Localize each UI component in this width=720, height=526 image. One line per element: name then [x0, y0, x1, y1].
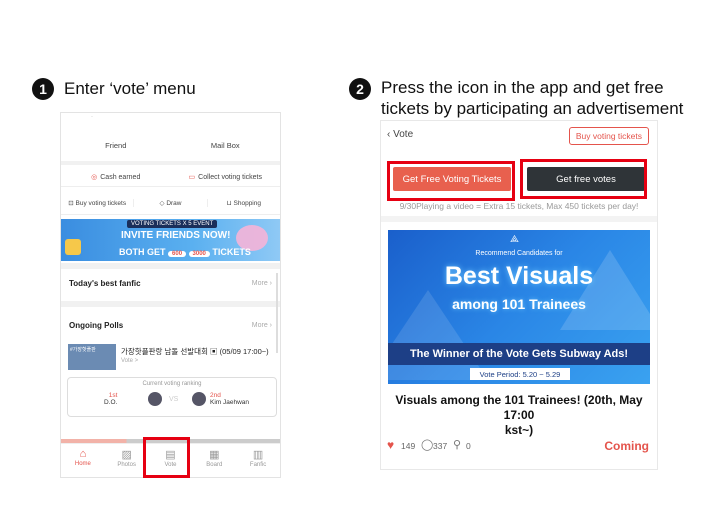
nav-fanfic-label: Fanfic — [249, 462, 267, 468]
second-name: Kim Jaehwan — [210, 399, 250, 406]
share-icon[interactable]: ⚲ — [453, 438, 461, 451]
banner-line2: BOTH GET 600 3000 TICKETS — [119, 247, 251, 257]
back-label: Vote — [393, 129, 414, 140]
poll-title-line2: kst~) — [504, 423, 534, 437]
ongoing-polls-title: Ongoing Polls — [69, 320, 124, 330]
step-1-text: Enter ‘vote’ menu — [64, 79, 196, 98]
banner-period: Vote Period: 5.20 ~ 5.29 — [470, 368, 570, 380]
step-2-line1: Press the icon in the app and get free — [381, 78, 664, 97]
coin-stack-icon — [65, 239, 81, 255]
separator — [61, 301, 280, 307]
get-free-voting-highlight-box — [387, 161, 515, 201]
buy-tickets-label: Buy voting tickets — [75, 199, 127, 207]
first-rank-label: 1st — [108, 392, 118, 399]
nav-board-label: Board — [206, 462, 223, 468]
banner-line1: INVITE FRIENDS NOW! — [121, 230, 231, 241]
collect-tickets-label: Collect voting tickets — [198, 173, 262, 181]
top-partial-text: · — [91, 114, 93, 120]
cart-icon: ⊔ — [226, 199, 234, 207]
banner-best-visuals: Best Visuals — [444, 262, 594, 290]
nav-home-label: Home — [74, 461, 91, 467]
best-fanfic-header: Today's best fanfic More › — [61, 271, 280, 295]
home-icon: ⌂ — [79, 448, 87, 460]
nav-board[interactable]: ▦ Board — [192, 444, 236, 477]
poll-title: 가장핫플판랑 남돌 선발대회 ▣ (05/09 17:00~) — [121, 347, 269, 356]
banner-recommend: Recommend Candidates for — [475, 250, 563, 257]
banner-tickets: TICKETS — [212, 247, 251, 257]
coin-icon: ◎ — [91, 173, 98, 181]
banner-pill-1: 600 — [168, 251, 187, 257]
step-1-badge: 1 — [32, 78, 54, 100]
friend-mail-row: Friend Mail Box — [61, 129, 280, 165]
buy-voting-tickets-button[interactable]: Buy voting tickets — [568, 127, 649, 145]
first-place: 1st D.O. — [104, 392, 117, 406]
cash-earned-button[interactable]: ◎ Cash earned — [61, 173, 171, 181]
nav-home[interactable]: ⌂ Home — [61, 444, 105, 477]
comments-count: 337 — [433, 441, 448, 451]
vs-label: VS — [169, 396, 179, 403]
nav-photos-label: Photos — [117, 462, 137, 468]
draw-label: Draw — [166, 199, 182, 207]
shopping-button[interactable]: ⊔ Shopping — [208, 199, 280, 207]
poll-item[interactable]: #가장핫플판 가장핫플판랑 남돌 선발대회 ▣ (05/09 17:00~) V… — [61, 341, 280, 375]
second-place: 2nd Kim Jaehwan — [210, 392, 249, 406]
best-fanfic-more-link[interactable]: More › — [252, 280, 272, 287]
separator — [61, 263, 280, 269]
first-name: D.O. — [104, 399, 118, 406]
left-phone-screenshot: · Friend Mail Box ◎ Cash earned ▭ Collect … — [60, 112, 281, 478]
more-label: More — [251, 279, 268, 287]
poll-vote-link[interactable]: Vote > — [121, 358, 138, 364]
invite-friends-banner[interactable]: VOTING TICKETS X 5 EVENT INVITE FRIENDS … — [61, 219, 280, 261]
heart-icon[interactable]: ♥ — [387, 438, 394, 452]
step-2-line2: tickets by participating an advertisemen… — [381, 99, 684, 118]
comment-icon[interactable]: ◯ — [421, 438, 433, 451]
step-2-badge: 2 — [349, 78, 371, 100]
ticket-icon: ▭ — [188, 173, 196, 181]
scrollbar[interactable] — [276, 273, 278, 353]
ranking-caption: Current voting ranking — [142, 381, 202, 387]
cash-row: ◎ Cash earned ▭ Collect voting tickets — [61, 167, 280, 187]
second-avatar — [192, 392, 206, 406]
poll-title-line1: Visuals among the 101 Trainees! (20th, M… — [395, 393, 643, 422]
produce-logo-icon: ⟁ — [510, 234, 519, 245]
poll-status: Coming — [604, 439, 649, 453]
ad-info-text: 9/30Playing a video = Extra 15 tickets, … — [399, 201, 639, 211]
best-fanfic-title: Today's best fanfic — [69, 278, 141, 288]
banner-pill-2: 3000 — [188, 251, 210, 257]
more-label: More — [251, 321, 268, 329]
vote-highlight-box — [143, 437, 190, 478]
banner-both-get: BOTH GET — [119, 247, 166, 257]
friend-button[interactable]: Friend — [61, 141, 171, 150]
shopping-label: Shopping — [233, 199, 261, 207]
shop-row: ⊡ Buy voting tickets ◇ Draw ⊔ Shopping — [61, 191, 280, 215]
poll-thumbnail: #가장핫플판 — [68, 344, 116, 370]
bag-icon: ⊡ — [68, 199, 76, 207]
separator — [381, 216, 657, 222]
ongoing-polls-more-link[interactable]: More › — [252, 322, 272, 329]
banner-winner: The Winner of the Vote Gets Subway Ads! — [388, 343, 650, 365]
likes-count: 149 — [401, 441, 416, 451]
banner-badge: VOTING TICKETS X 5 EVENT — [127, 220, 218, 228]
first-avatar — [148, 392, 162, 406]
vote-header: ‹ Vote Buy voting tickets — [381, 121, 657, 149]
shares-count: 0 — [466, 441, 471, 451]
voting-ranking-card[interactable]: Current voting ranking 1st D.O. VS 2nd Kim… — [67, 377, 277, 417]
ongoing-polls-header: Ongoing Polls More › — [61, 313, 280, 337]
cash-earned-label: Cash earned — [100, 173, 141, 181]
buy-tickets-button[interactable]: ⊡ Buy voting tickets — [61, 198, 135, 207]
banner-among: among 101 Trainees — [452, 296, 586, 312]
collect-tickets-button[interactable]: ▭ Collect voting tickets — [171, 173, 281, 181]
poll-stats-row: ♥ 149 ◯ 337 ⚲ 0 Coming — [387, 438, 653, 455]
nav-fanfic[interactable]: ▥ Fanfic — [236, 444, 280, 477]
board-icon: ▦ — [209, 449, 220, 461]
poll-title: Visuals among the 101 Trainees! (20th, M… — [381, 393, 657, 438]
book-icon: ▥ — [252, 449, 264, 461]
get-free-votes-highlight-box — [520, 159, 647, 199]
mailbox-button[interactable]: Mail Box — [171, 141, 281, 150]
second-rank-label: 2nd — [210, 392, 221, 399]
draw-button[interactable]: ◇ Draw — [134, 198, 208, 207]
poll-banner[interactable]: ⟁ Recommend Candidates for Best Visuals … — [388, 230, 650, 384]
back-button[interactable]: ‹ Vote — [387, 129, 413, 140]
